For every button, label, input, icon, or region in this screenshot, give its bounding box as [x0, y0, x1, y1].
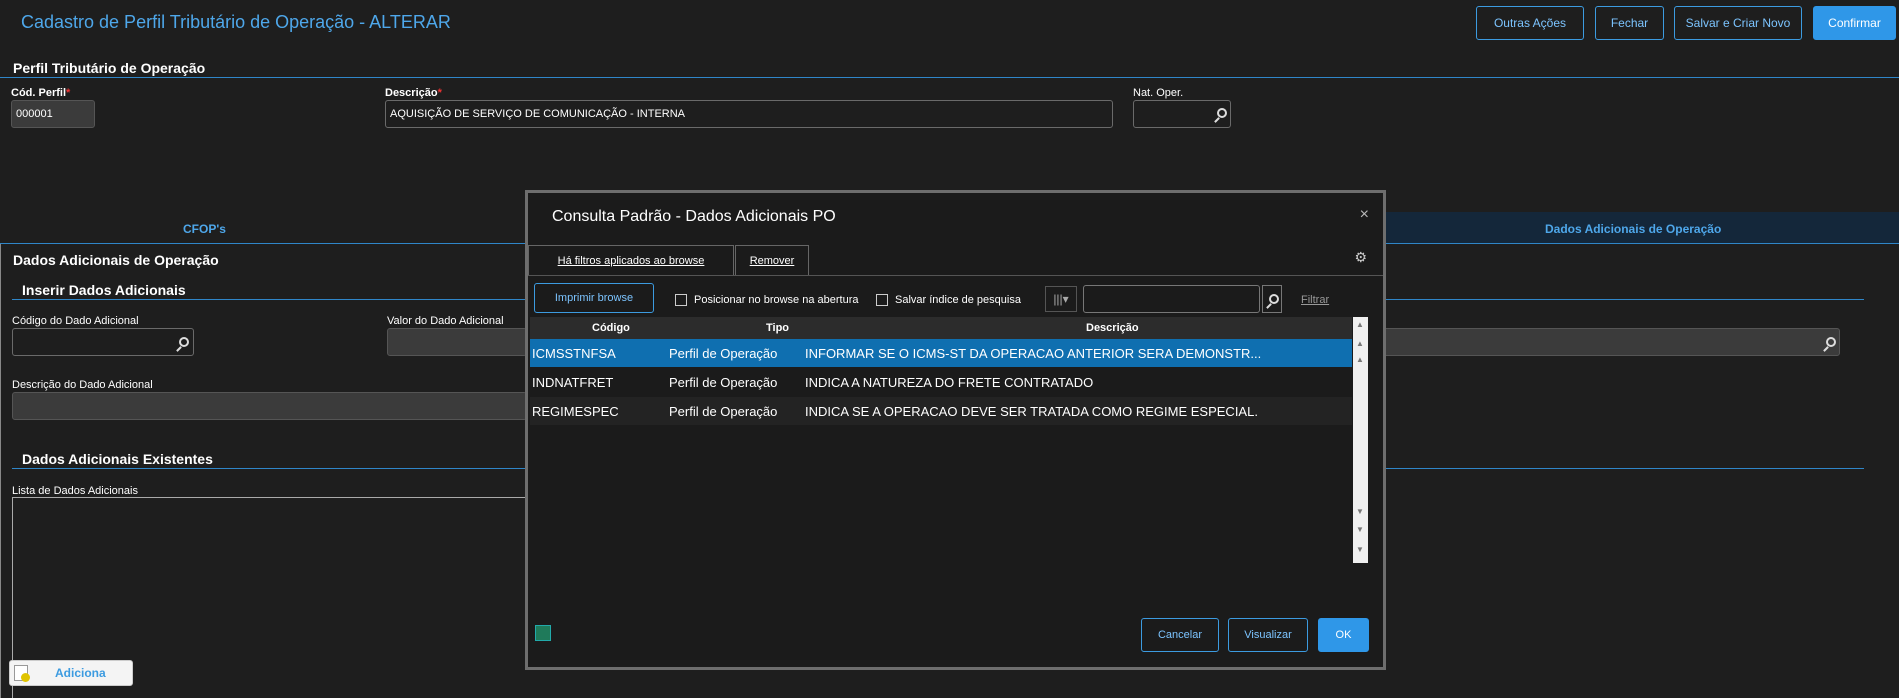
filter-tab[interactable]: Há filtros aplicados ao browse [528, 245, 734, 275]
scroll-page-up-icon[interactable]: ▲ [1356, 339, 1364, 348]
row-descricao: INDICA A NATUREZA DO FRETE CONTRATADO [805, 375, 1094, 390]
descricao-field[interactable]: AQUISIÇÃO DE SERVIÇO DE COMUNICAÇÃO - IN… [385, 100, 1113, 128]
table-row[interactable]: INDNATFRET Perfil de Operação INDICA A N… [530, 368, 1352, 396]
row-codigo: REGIMESPEC [532, 404, 619, 419]
close-icon[interactable]: × [1360, 206, 1369, 224]
consulta-padrao-dialog: Consulta Padrão - Dados Adicionais PO × … [525, 190, 1386, 670]
adiciona-label: Adiciona [55, 666, 106, 680]
tab-dados-adicionais[interactable]: Dados Adicionais de Operação [1545, 222, 1721, 236]
cod-perfil-label: Cód. Perfil* [11, 87, 71, 99]
browse-search-button[interactable] [1262, 285, 1282, 313]
cod-perfil-field[interactable]: 000001 [11, 100, 95, 128]
browse-search-input[interactable] [1083, 285, 1260, 313]
row-descricao: INFORMAR SE O ICMS-ST DA OPERACAO ANTERI… [805, 346, 1262, 361]
gear-icon[interactable]: ⚙ [1354, 249, 1367, 266]
perfil-divider [0, 77, 1899, 78]
row-tipo: Perfil de Operação [669, 404, 778, 419]
row-tipo: Perfil de Operação [669, 346, 778, 361]
codigo-dado-search-icon[interactable] [179, 337, 189, 347]
dialog-title: Consulta Padrão - Dados Adicionais PO [552, 208, 836, 225]
adiciona-button[interactable]: Adiciona [9, 660, 133, 686]
ok-button[interactable]: OK [1318, 618, 1369, 652]
remover-link[interactable]: Remover [735, 245, 809, 275]
descricao-label: Descrição* [385, 87, 442, 99]
column-selector-icon[interactable]: |||▾ [1045, 286, 1077, 312]
nat-oper-label: Nat. Oper. [1133, 87, 1184, 99]
scroll-first-icon[interactable]: ▲ [1356, 320, 1364, 329]
fechar-button[interactable]: Fechar [1595, 6, 1664, 40]
visualizar-button[interactable]: Visualizar [1228, 618, 1308, 652]
dados-section-title: Dados Adicionais de Operação [13, 252, 219, 268]
add-document-icon [14, 665, 30, 682]
perfil-section-title: Perfil Tributário de Operação [13, 60, 206, 76]
posicionar-checkbox-box[interactable] [675, 294, 687, 306]
posicionar-label: Posicionar no browse na abertura [694, 294, 859, 306]
col-tipo-header[interactable]: Tipo [766, 322, 789, 334]
codigo-dado-field[interactable] [12, 328, 194, 356]
scroll-up-icon[interactable]: ▲ [1356, 355, 1364, 364]
posicionar-checkbox[interactable]: Posicionar no browse na abertura [675, 294, 858, 306]
salvar-indice-label: Salvar índice de pesquisa [895, 294, 1021, 306]
salvar-criar-novo-button[interactable]: Salvar e Criar Novo [1674, 6, 1802, 40]
scroll-page-down-icon[interactable]: ▼ [1356, 525, 1364, 534]
lista-label: Lista de Dados Adicionais [12, 485, 138, 497]
col-codigo-header[interactable]: Código [592, 322, 630, 334]
filter-divider [528, 275, 1383, 276]
tab-cfops[interactable]: CFOP's [183, 222, 226, 236]
imprimir-browse-button[interactable]: Imprimir browse [534, 283, 654, 313]
search-icon [1269, 294, 1279, 304]
scroll-last-icon[interactable]: ▼ [1356, 545, 1364, 554]
page-title: Cadastro de Perfil Tributário de Operaçã… [21, 12, 451, 32]
add-plus-badge [21, 673, 30, 682]
scroll-down-icon[interactable]: ▼ [1356, 507, 1364, 516]
filtrar-link[interactable]: Filtrar [1301, 294, 1329, 306]
grid-header: Código Tipo Descrição [530, 317, 1352, 339]
outras-acoes-button[interactable]: Outras Ações [1476, 6, 1584, 40]
row-descricao: INDICA SE A OPERACAO DEVE SER TRATADA CO… [805, 404, 1258, 419]
row-codigo: INDNATFRET [532, 375, 614, 390]
salvar-indice-checkbox[interactable]: Salvar índice de pesquisa [876, 294, 1021, 306]
cancelar-button[interactable]: Cancelar [1141, 618, 1219, 652]
inserir-title: Inserir Dados Adicionais [22, 282, 186, 298]
col-descricao-header[interactable]: Descrição [1086, 322, 1139, 334]
descricao-dado-label: Descrição do Dado Adicional [12, 379, 153, 391]
table-row[interactable]: ICMSSTNFSA Perfil de Operação INFORMAR S… [530, 339, 1352, 367]
excel-export-icon[interactable] [535, 625, 551, 641]
panel-left-border [0, 244, 1, 698]
descricao-dado-field[interactable] [12, 392, 527, 420]
valor-dado-search-icon[interactable] [1826, 337, 1836, 347]
confirmar-button[interactable]: Confirmar [1813, 6, 1896, 40]
valor-dado-field-right[interactable] [1383, 328, 1840, 356]
nat-oper-search-icon[interactable] [1217, 108, 1227, 118]
valor-dado-field[interactable] [387, 328, 527, 356]
table-row[interactable]: REGIMESPEC Perfil de Operação INDICA SE … [530, 397, 1352, 425]
row-tipo: Perfil de Operação [669, 375, 778, 390]
valor-dado-label: Valor do Dado Adicional [387, 315, 504, 327]
row-codigo: ICMSSTNFSA [532, 346, 616, 361]
codigo-dado-label: Código do Dado Adicional [12, 315, 139, 327]
grid-scrollbar[interactable]: ▲ ▲ ▲ ▼ ▼ ▼ [1353, 317, 1368, 563]
browse-grid: Código Tipo Descrição ICMSSTNFSA Perfil … [530, 317, 1368, 563]
salvar-indice-checkbox-box[interactable] [876, 294, 888, 306]
existentes-title: Dados Adicionais Existentes [22, 451, 213, 467]
